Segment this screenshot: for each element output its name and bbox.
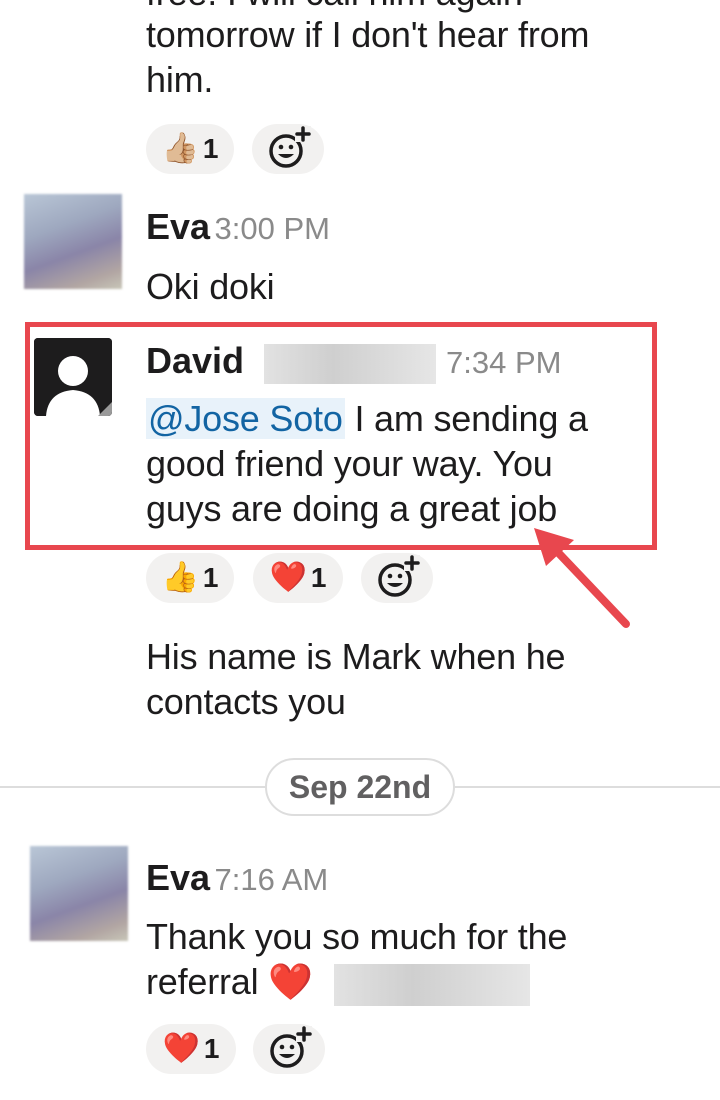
add-reaction-button[interactable] xyxy=(253,1024,325,1074)
message-text: contacts you xyxy=(146,681,346,722)
author-name[interactable]: David xyxy=(146,340,244,382)
message-text-rest: I am sending a xyxy=(344,398,588,439)
add-reaction-icon xyxy=(269,126,311,168)
thumbs-up-icon: 👍 xyxy=(161,561,199,594)
avatar[interactable] xyxy=(34,338,112,416)
add-reaction-icon xyxy=(378,555,420,597)
reaction-count: 1 xyxy=(202,562,219,593)
message-text: good friend your way. You xyxy=(146,443,553,484)
reaction-count: 1 xyxy=(203,1033,220,1064)
reaction-count: 1 xyxy=(202,133,219,164)
heart-icon: ❤️ xyxy=(268,961,313,1002)
redacted-name xyxy=(334,964,530,1006)
author-name[interactable]: Eva xyxy=(146,857,210,898)
author-name[interactable]: Eva xyxy=(146,206,210,247)
reaction-count: 1 xyxy=(310,562,327,593)
timestamp[interactable]: 7:34 PM xyxy=(446,345,561,381)
reaction-heart[interactable]: ❤️ 1 xyxy=(146,1024,236,1074)
default-avatar-icon xyxy=(34,338,112,416)
heart-icon: ❤️ xyxy=(269,561,307,594)
message-text: tomorrow if I don't hear from xyxy=(146,14,590,55)
message-header: Eva 3:00 PM xyxy=(146,206,330,248)
message-header: Eva 7:16 AM xyxy=(146,857,328,899)
user-mention[interactable]: @Jose Soto xyxy=(146,398,345,439)
reaction-heart[interactable]: ❤️ 1 xyxy=(253,553,343,603)
timestamp[interactable]: 3:00 PM xyxy=(215,211,330,246)
avatar[interactable] xyxy=(30,846,128,941)
message-text: him. xyxy=(146,59,214,100)
redacted-name xyxy=(264,344,436,384)
add-reaction-button[interactable] xyxy=(361,553,433,603)
thumbs-up-icon: 👍🏼 xyxy=(161,132,199,165)
add-reaction-icon xyxy=(270,1026,312,1068)
reaction-thumbs-up[interactable]: 👍🏼 1 xyxy=(146,124,234,174)
message-text: guys are doing a great job xyxy=(146,488,558,529)
reaction-thumbs-up[interactable]: 👍 1 xyxy=(146,553,234,603)
message-text: referral ❤️ xyxy=(146,959,313,1004)
message-header: David xyxy=(146,340,244,382)
message-text: Thank you so much for the xyxy=(146,916,568,957)
message-text: Oki doki xyxy=(146,266,275,307)
avatar[interactable] xyxy=(24,194,122,289)
message-text-word: referral xyxy=(146,961,259,1002)
heart-icon: ❤️ xyxy=(162,1032,200,1065)
add-reaction-button[interactable] xyxy=(252,124,324,174)
timestamp[interactable]: 7:16 AM xyxy=(215,862,329,897)
annotation-arrow-icon xyxy=(534,528,630,628)
date-divider[interactable]: Sep 22nd xyxy=(265,758,455,816)
message-text: His name is Mark when he xyxy=(146,636,566,677)
message-text: @Jose Soto I am sending a xyxy=(146,396,588,441)
slack-conversation: free. I will call him again tomorrow if … xyxy=(0,0,720,1100)
